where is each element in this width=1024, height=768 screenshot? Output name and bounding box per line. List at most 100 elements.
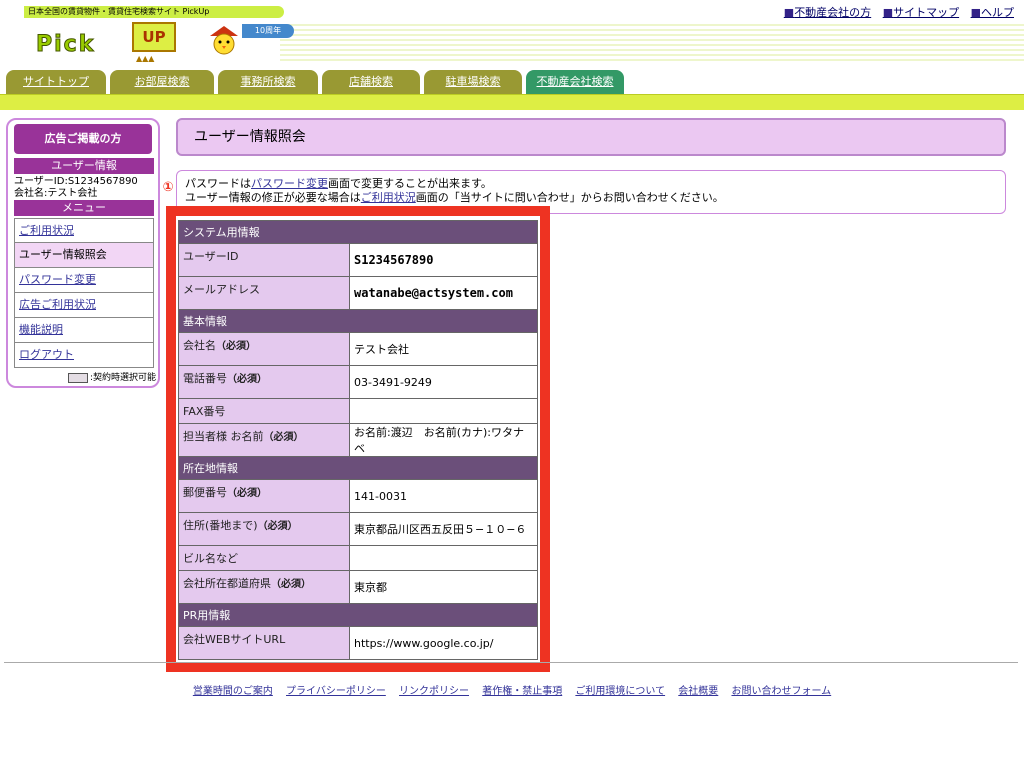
field-value: テスト会社 <box>349 332 538 366</box>
footer-link-copyright[interactable]: 著作権・禁止事項 <box>482 686 562 697</box>
menu-link-features[interactable]: 機能説明 <box>19 323 63 336</box>
user-info-table: システム用情報 ユーザーID S1234567890 メールアドレス watanabe@… <box>178 220 538 660</box>
field-label-cell: 郵便番号（必須） <box>178 479 350 513</box>
top-link-agents[interactable]: 不動産会社の方 <box>784 6 871 19</box>
table-row: 住所(番地まで)（必須） 東京都品川区西五反田５−１０−６ <box>178 512 538 546</box>
field-label: 会社WEBサイトURL <box>183 633 286 646</box>
top-links: 不動産会社の方 サイトマップ ヘルプ <box>776 4 1014 20</box>
footer-link-link-policy[interactable]: リンクポリシー <box>399 686 469 697</box>
table-row: 会社WEBサイトURL https://www.google.co.jp/ <box>178 626 538 660</box>
menu-link-logout[interactable]: ログアウト <box>19 348 74 361</box>
notice-line-1: パスワードはパスワード変更画面で変更することが出来ます。 <box>185 177 1005 191</box>
field-label: 会社所在都道府県 <box>183 577 271 590</box>
tab-office-search[interactable]: 事務所検索 <box>218 70 318 94</box>
logo-text: Pick <box>35 32 96 58</box>
top-link-sitemap[interactable]: サイトマップ <box>883 6 959 19</box>
tab-shop-search[interactable]: 店舗検索 <box>322 70 420 94</box>
footer-link-hours[interactable]: 営業時間のご案内 <box>193 686 273 697</box>
field-label: 住所(番地まで) <box>183 519 258 532</box>
tab-room-search[interactable]: お部屋検索 <box>110 70 214 94</box>
footer-divider <box>4 662 1018 663</box>
field-label-cell: 会社所在都道府県（必須） <box>178 570 350 604</box>
menu-item-password[interactable]: パスワード変更 <box>14 268 154 293</box>
legend-swatch <box>68 372 88 383</box>
site-logo[interactable]: Pick UP ▲▲▲ 10周年 <box>35 20 294 63</box>
site-tagline: 日本全国の賃貸物件・賃貸住宅検索サイト PickUp <box>24 6 284 18</box>
header-stripes <box>280 24 1024 64</box>
advertiser-button[interactable]: 広告ご掲載の方 <box>14 124 152 154</box>
top-link-help[interactable]: ヘルプ <box>971 6 1014 19</box>
menu-label-user-info: ユーザー情報照会 <box>19 248 107 261</box>
field-label-cell: 住所(番地まで)（必須） <box>178 512 350 546</box>
required-marker: （必須） <box>216 341 256 352</box>
required-marker: （必須） <box>227 374 267 385</box>
field-value: 141-0031 <box>349 479 538 513</box>
field-label-cell: メールアドレス <box>178 276 350 310</box>
field-label: FAX番号 <box>183 405 226 418</box>
field-label: メールアドレス <box>183 283 260 296</box>
annotation-marker-1: ① <box>162 180 174 195</box>
menu-link-ad-usage[interactable]: 広告ご利用状況 <box>19 298 96 311</box>
footer-link-contact[interactable]: お問い合わせフォーム <box>731 686 831 697</box>
section-title: 所在地情報 <box>178 456 538 480</box>
mascot-bird-icon <box>210 26 238 55</box>
logo-anniversary-flag: 10周年 <box>242 24 294 38</box>
legend-text: :契約時選択可能 <box>90 373 157 383</box>
tab-bar <box>0 94 1024 110</box>
table-row: FAX番号 <box>178 398 538 424</box>
footer-link-company[interactable]: 会社概要 <box>678 686 718 697</box>
field-label: 電話番号 <box>183 372 227 385</box>
field-value: watanabe@actsystem.com <box>349 276 538 310</box>
menu-item-features[interactable]: 機能説明 <box>14 318 154 343</box>
table-row: メールアドレス watanabe@actsystem.com <box>178 276 538 310</box>
sidebar: 広告ご掲載の方 ユーザー情報 ユーザーID:S1234567890 会社名:テス… <box>6 118 160 388</box>
field-label-cell: 会社名（必須） <box>178 332 350 366</box>
field-value: https://www.google.co.jp/ <box>349 626 538 660</box>
notice-text: パスワードは <box>185 177 251 190</box>
section-title: システム用情報 <box>178 220 538 244</box>
tab-agent-search[interactable]: 不動産会社検索 <box>526 70 624 94</box>
menu-item-user-info[interactable]: ユーザー情報照会 <box>14 243 154 268</box>
menu-item-logout[interactable]: ログアウト <box>14 343 154 368</box>
logo-up-box: UP <box>132 22 176 52</box>
field-label-cell: ユーザーID <box>178 243 350 277</box>
footer-link-privacy[interactable]: プライバシーポリシー <box>286 686 386 697</box>
table-row: ビル名など <box>178 545 538 571</box>
menu-link-password[interactable]: パスワード変更 <box>19 273 96 286</box>
section-title: 基本情報 <box>178 309 538 333</box>
field-value: 東京都 <box>349 570 538 604</box>
logo-houses-icon: ▲▲▲ <box>136 54 155 63</box>
notice-usage-link[interactable]: ご利用状況 <box>361 191 416 204</box>
table-row: 電話番号（必須） 03-3491-9249 <box>178 365 538 399</box>
required-marker: （必須） <box>271 579 311 590</box>
page-title: ユーザー情報照会 <box>176 118 1006 156</box>
required-marker: （必須） <box>227 488 267 499</box>
field-label-cell: 担当者様 お名前（必須） <box>178 423 350 457</box>
notice-password-link[interactable]: パスワード変更 <box>251 177 328 190</box>
notice-text: ユーザー情報の修正が必要な場合は <box>185 191 361 204</box>
required-marker: （必須） <box>263 432 304 443</box>
sidebar-company-name: 会社名:テスト会社 <box>14 188 98 199</box>
field-value: 東京都品川区西五反田５−１０−６ <box>349 512 538 546</box>
menu-item-usage[interactable]: ご利用状況 <box>14 218 154 243</box>
table-section-header: PR用情報 <box>178 603 538 627</box>
menu-item-ad-usage[interactable]: 広告ご利用状況 <box>14 293 154 318</box>
table-row: 担当者様 お名前（必須） お名前:渡辺 お名前(カナ):ワタナベ <box>178 423 538 457</box>
tab-site-top[interactable]: サイトトップ <box>6 70 106 94</box>
field-value: S1234567890 <box>349 243 538 277</box>
field-label: 郵便番号 <box>183 486 227 499</box>
field-label-cell: 電話番号（必須） <box>178 365 350 399</box>
field-label-cell: FAX番号 <box>178 398 350 424</box>
notice-text: 画面の「当サイトに問い合わせ」からお問い合わせください。 <box>415 191 724 204</box>
field-label-cell: ビル名など <box>178 545 350 571</box>
user-info-heading: ユーザー情報 <box>14 158 154 174</box>
field-value: 03-3491-9249 <box>349 365 538 399</box>
table-row: 会社所在都道府県（必須） 東京都 <box>178 570 538 604</box>
footer-link-environment[interactable]: ご利用環境について <box>575 686 665 697</box>
field-value <box>349 545 538 571</box>
menu-heading: メニュー <box>14 200 154 216</box>
tab-parking-search[interactable]: 駐車場検索 <box>424 70 522 94</box>
menu-link-usage[interactable]: ご利用状況 <box>19 224 74 237</box>
footer-links: 営業時間のご案内 プライバシーポリシー リンクポリシー 著作権・禁止事項 ご利用… <box>0 682 1024 697</box>
notice-line-2: ユーザー情報の修正が必要な場合はご利用状況画面の「当サイトに問い合わせ」からお問… <box>185 191 1005 205</box>
